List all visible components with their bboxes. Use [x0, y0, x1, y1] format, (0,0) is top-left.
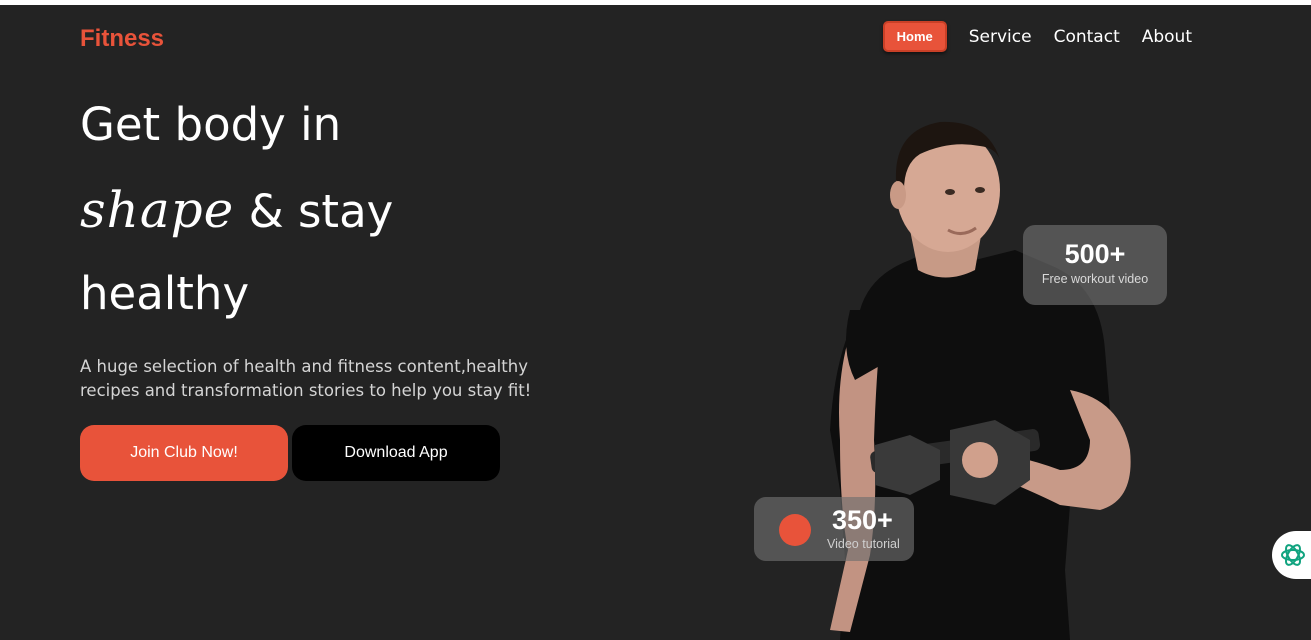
nav-about[interactable]: About	[1142, 27, 1192, 47]
record-dot-icon	[779, 514, 811, 546]
nav-home[interactable]: Home	[882, 21, 947, 52]
chatgpt-icon	[1281, 544, 1305, 566]
hero-description: A huge selection of health and fitness c…	[80, 357, 532, 400]
stat-tutorial-value: 350+	[832, 505, 893, 535]
nav-service[interactable]: Service	[969, 27, 1032, 47]
chat-widget-button[interactable]	[1272, 531, 1311, 579]
stat-tutorial-card: 350+ Video tutorial	[754, 497, 914, 561]
hero-title-line2-rest: & stay	[234, 185, 394, 238]
stat-tutorial-label: Video tutorial	[827, 537, 900, 551]
stat-workout-value: 500+	[1064, 239, 1126, 269]
hero-title-line3: healthy	[80, 267, 250, 320]
page: Fitness Home Service Contact About Get b…	[0, 5, 1311, 640]
hero-script-word: shape	[80, 181, 235, 239]
nav-contact[interactable]: Contact	[1054, 27, 1120, 47]
stat-workout-card: 500+ Free workout video	[1023, 225, 1167, 305]
logo[interactable]: Fitness	[80, 25, 164, 53]
hero-title-line2: shape & stay	[80, 181, 393, 239]
join-club-button[interactable]: Join Club Now!	[80, 425, 288, 481]
hero-title-line1: Get body in	[80, 98, 342, 151]
main-nav: Home Service Contact About	[882, 21, 1192, 52]
stat-workout-label: Free workout video	[1041, 272, 1149, 286]
download-app-button[interactable]: Download App	[292, 425, 500, 481]
